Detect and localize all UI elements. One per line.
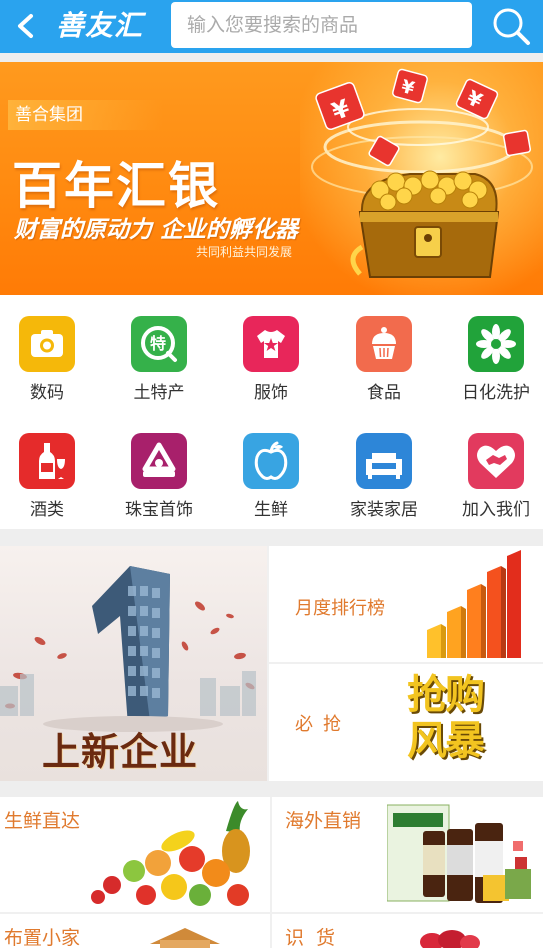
camera-icon <box>19 316 75 372</box>
category-label: 珠宝首饰 <box>125 500 193 520</box>
bar-chart-icon <box>427 550 521 658</box>
category-digital[interactable]: 数码 <box>0 295 97 403</box>
section-label: 生鲜直达 <box>4 810 81 832</box>
category-home[interactable]: 家装家居 <box>334 412 434 520</box>
flash-sale-badge: 抢购风暴 <box>407 672 485 764</box>
category-food[interactable]: 食品 <box>334 295 434 403</box>
search-icon <box>493 8 530 45</box>
handshake-heart-icon <box>468 433 524 489</box>
search-input[interactable] <box>171 2 472 48</box>
section-label: 识货 <box>285 927 348 948</box>
divider <box>270 797 272 948</box>
monthly-ranking-label: 月度排行榜 <box>295 598 385 619</box>
local-specialty-icon: 特 <box>131 316 187 372</box>
search-button[interactable] <box>490 5 532 47</box>
treasure-chest-illustration: ¥ ¥ ¥ <box>311 68 533 278</box>
banner-title: 百年汇银 <box>12 157 220 215</box>
section-overseas-direct[interactable]: 海外直销 <box>272 797 543 912</box>
category-label: 服饰 <box>254 383 288 403</box>
promo-block: 上新企业 月度排行榜 必抢 抢购风暴 <box>0 546 543 781</box>
section-label: 布置小家 <box>4 927 81 948</box>
category-label: 食品 <box>367 383 401 403</box>
top-bar: 善友汇 <box>0 0 543 53</box>
banner-small-text: 共同利益共同发展 <box>196 245 293 259</box>
new-enterprise-title: 上新企业 <box>42 730 199 774</box>
section-grid: 生鲜直达 海外直销 布置小家 识货 <box>0 797 543 948</box>
banner-slogan: 财富的原动力 企业的孵化器 <box>14 217 299 243</box>
new-enterprise-card[interactable]: 上新企业 <box>0 546 267 781</box>
category-jewelry[interactable]: 珠宝首饰 <box>109 412 209 520</box>
back-button[interactable] <box>8 8 44 44</box>
category-join-us[interactable]: 加入我们 <box>446 412 543 520</box>
svg-text:特: 特 <box>150 334 166 353</box>
category-label: 生鲜 <box>254 500 288 520</box>
sofa-icon <box>356 433 412 489</box>
category-label: 数码 <box>30 383 64 403</box>
apple-icon <box>243 433 299 489</box>
category-grid: 数码 特 土特产 服饰 食品 日化洗护 酒类 珠宝首饰 生鲜 家装家居 加入我们 <box>0 295 543 529</box>
must-grab-card[interactable]: 必抢 抢购风暴 <box>269 664 543 781</box>
house-image <box>150 928 220 948</box>
category-daily-care[interactable]: 日化洗护 <box>446 295 543 403</box>
category-label: 家装家居 <box>350 500 418 520</box>
promo-banner[interactable]: ¥ ¥ ¥ 善合集团 百年汇银 财富的原动力 企业的孵化器 共同利益共同发展 <box>0 62 543 295</box>
category-specialty[interactable]: 特 土特产 <box>109 295 209 403</box>
jewelry-icon <box>131 433 187 489</box>
product-bottles-image <box>387 804 531 903</box>
category-fresh[interactable]: 生鲜 <box>221 412 321 520</box>
must-grab-label: 必抢 <box>295 714 351 735</box>
wine-icon <box>19 433 75 489</box>
back-arrow-icon <box>18 14 33 38</box>
category-wine[interactable]: 酒类 <box>0 412 97 520</box>
section-fresh-direct[interactable]: 生鲜直达 <box>0 797 270 912</box>
banner-tag: 善合集团 <box>8 100 163 130</box>
monthly-ranking-card[interactable]: 月度排行榜 <box>269 546 543 662</box>
cupcake-icon <box>356 316 412 372</box>
fruit-basket-image <box>91 801 250 906</box>
category-label: 日化洗护 <box>462 383 530 403</box>
category-label: 加入我们 <box>462 500 530 520</box>
category-clothing[interactable]: 服饰 <box>221 295 321 403</box>
category-label: 酒类 <box>30 500 64 520</box>
section-home-decor[interactable]: 布置小家 <box>0 914 270 948</box>
divider <box>0 912 543 914</box>
app-logo: 善友汇 <box>56 9 144 42</box>
product-image <box>420 930 480 948</box>
category-label: 土特产 <box>133 383 185 403</box>
section-smart-picks[interactable]: 识货 <box>272 914 543 948</box>
section-label: 海外直销 <box>285 810 362 832</box>
flower-icon <box>468 316 524 372</box>
tshirt-icon <box>243 316 299 372</box>
